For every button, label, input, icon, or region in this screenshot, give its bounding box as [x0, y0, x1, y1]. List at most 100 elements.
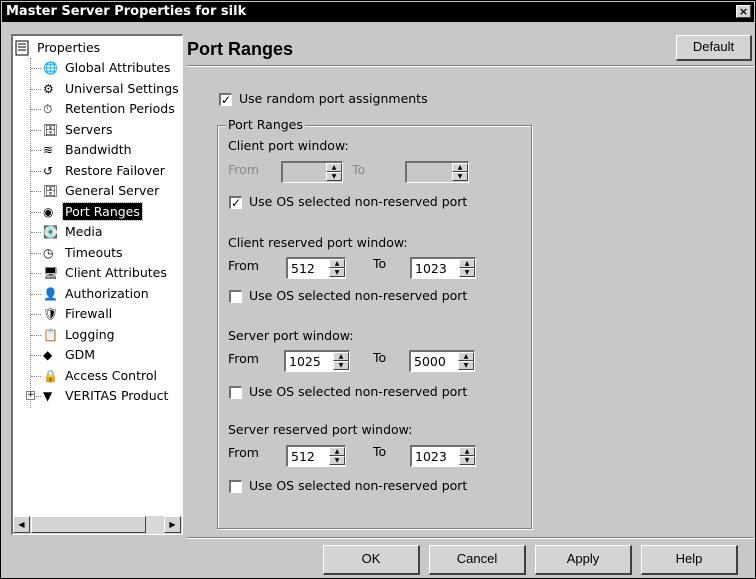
- spin-down-icon[interactable]: ▼: [459, 268, 475, 277]
- apply-button[interactable]: Apply: [535, 545, 632, 575]
- tree-connector: [31, 334, 41, 336]
- server-reserved-to-spinner[interactable]: 1023 ▲ ▼: [410, 445, 476, 467]
- client-reserved-from-spinner[interactable]: 512 ▲ ▼: [286, 257, 346, 279]
- tree-item-timeouts[interactable]: ◷ Timeouts: [13, 243, 125, 263]
- client-reserved-to-spinner[interactable]: 1023 ▲ ▼: [410, 257, 476, 279]
- server-port-to-spinner[interactable]: 5000 ▲ ▼: [409, 350, 475, 372]
- spin-down-icon[interactable]: ▼: [326, 172, 342, 181]
- tree-item-label: Firewall: [65, 306, 113, 321]
- server-port-from-spinner[interactable]: 1025 ▲ ▼: [284, 350, 350, 372]
- tree-item-access-control[interactable]: 🔒 Access Control: [13, 366, 159, 386]
- client-port-from-label: From: [228, 162, 259, 177]
- spin-up-icon[interactable]: ▲: [452, 163, 468, 172]
- spin-down-icon[interactable]: ▼: [329, 456, 345, 465]
- tree-item-bandwidth[interactable]: ≋ Bandwidth: [13, 140, 134, 160]
- tree-item-label: Universal Settings: [65, 80, 179, 96]
- spin-up-icon[interactable]: ▲: [329, 259, 345, 268]
- client-port-window-label: Client port window:: [228, 138, 349, 153]
- title-bar: Master Server Properties for silk ×: [2, 2, 754, 22]
- tree-item-restore-failover[interactable]: ↺ Restore Failover: [13, 161, 167, 181]
- ok-button[interactable]: OK: [323, 545, 420, 575]
- tree-item-label: Retention Periods: [65, 101, 175, 116]
- use-random-checkbox[interactable]: ✓: [219, 93, 232, 106]
- spin-down-icon[interactable]: ▼: [333, 361, 349, 370]
- tree-item-global-attributes[interactable]: 🌐 Global Attributes: [13, 58, 173, 78]
- tree-item-label: Logging: [65, 326, 115, 342]
- tree-item-retention-periods[interactable]: ⏱ Retention Periods: [13, 99, 177, 119]
- spin-up-icon[interactable]: ▲: [329, 447, 345, 456]
- scroll-thumb[interactable]: [31, 516, 146, 533]
- server-port-from-value: 1025: [289, 354, 321, 369]
- server-port-os-label: Use OS selected non-reserved port: [249, 384, 468, 399]
- client-reserved-to-label: To: [373, 256, 387, 271]
- tree-item-firewall[interactable]: 🛡 Firewall: [13, 304, 114, 324]
- server-reserved-label: Server reserved port window:: [228, 422, 413, 437]
- tree-connector: [31, 355, 41, 356]
- tree-item-label: Restore Failover: [65, 162, 165, 178]
- help-button[interactable]: Help: [641, 545, 738, 575]
- client-reserved-from-value: 512: [291, 261, 315, 276]
- spin-down-icon[interactable]: ▼: [459, 456, 475, 465]
- tree-connector: [31, 232, 41, 233]
- client-port-to-label: To: [352, 162, 366, 177]
- tree-item-label: Bandwidth: [65, 142, 132, 157]
- scroll-right-icon[interactable]: ▶: [164, 516, 181, 533]
- restore-icon: ↺: [43, 163, 54, 178]
- client-port-os-checkbox[interactable]: ✓: [229, 196, 242, 209]
- tree-item-label: Servers: [65, 121, 113, 137]
- spin-up-icon[interactable]: ▲: [459, 447, 475, 456]
- server-icon: 🗄: [43, 184, 59, 198]
- bandwidth-icon: ≋: [43, 143, 54, 157]
- server-reserved-from-spinner[interactable]: 512 ▲ ▼: [286, 445, 346, 467]
- spin-down-icon[interactable]: ▼: [458, 361, 474, 370]
- client-reserved-os-checkbox[interactable]: [229, 290, 242, 303]
- tree-item-label: Timeouts: [65, 244, 123, 260]
- properties-tree[interactable]: Properties 🌐 Global Attributes ⚙ Universal …: [11, 34, 183, 535]
- client-icon: 🖥: [43, 266, 59, 280]
- tree-connector: [31, 314, 41, 315]
- tree-item-authorization[interactable]: 👤 Authorization: [13, 284, 151, 304]
- spin-up-icon[interactable]: ▲: [326, 163, 342, 172]
- tree-horizontal-scrollbar[interactable]: ◀ ▶: [13, 516, 182, 534]
- server-port-from-label: From: [228, 351, 259, 366]
- server-port-window-label: Server port window:: [228, 328, 354, 343]
- spin-up-icon[interactable]: ▲: [458, 352, 474, 361]
- tree-connector: [31, 170, 41, 172]
- tree-item-media[interactable]: 💽 Media: [13, 222, 105, 242]
- server-icon: 🗄: [43, 122, 59, 137]
- tree-item-universal-settings[interactable]: ⚙ Universal Settings: [13, 79, 181, 99]
- checkmark-icon: ✓: [231, 196, 242, 210]
- footer-divider: [187, 537, 753, 539]
- default-button[interactable]: Default: [676, 35, 752, 61]
- use-random-label: Use random port assignments: [239, 91, 428, 106]
- tree-item-general-server[interactable]: 🗄 General Server: [13, 181, 161, 201]
- tree-item-label: General Server: [65, 183, 160, 198]
- server-reserved-from-label: From: [228, 445, 259, 460]
- timer-icon: ◷: [43, 245, 54, 260]
- tree-item-label: Authorization: [65, 285, 149, 301]
- tree-item-client-attributes[interactable]: 🖥 Client Attributes: [13, 263, 169, 283]
- server-port-os-checkbox[interactable]: [229, 386, 242, 399]
- close-button[interactable]: ×: [736, 5, 751, 18]
- server-reserved-os-checkbox[interactable]: [229, 480, 242, 493]
- scroll-left-icon[interactable]: ◀: [13, 516, 30, 533]
- spin-down-icon[interactable]: ▼: [452, 172, 468, 181]
- spin-up-icon[interactable]: ▲: [459, 259, 475, 268]
- tree-item-properties[interactable]: Properties: [15, 38, 102, 58]
- spin-down-icon[interactable]: ▼: [329, 268, 345, 277]
- tree-connector: [31, 68, 41, 69]
- client-port-from-spinner[interactable]: ▲ ▼: [281, 161, 343, 183]
- expand-icon[interactable]: +: [26, 391, 35, 400]
- tree-item-servers[interactable]: 🗄 Servers: [13, 120, 115, 140]
- tree-item-port-ranges[interactable]: ◉ Port Ranges: [13, 201, 143, 222]
- tree-item-gdm[interactable]: ◆ GDM: [13, 345, 97, 365]
- tree-item-logging[interactable]: 📋 Logging: [13, 325, 117, 345]
- tree-item-label: GDM: [65, 347, 96, 362]
- cancel-button[interactable]: Cancel: [429, 545, 526, 575]
- tree-item-veritas-product[interactable]: + ▼ VERITAS Product: [13, 386, 170, 406]
- tree-connector: [31, 211, 41, 213]
- tree-connector: [31, 109, 41, 110]
- client-port-to-spinner[interactable]: ▲ ▼: [405, 161, 469, 183]
- spin-up-icon[interactable]: ▲: [333, 352, 349, 361]
- veritas-icon: ▼: [43, 389, 53, 403]
